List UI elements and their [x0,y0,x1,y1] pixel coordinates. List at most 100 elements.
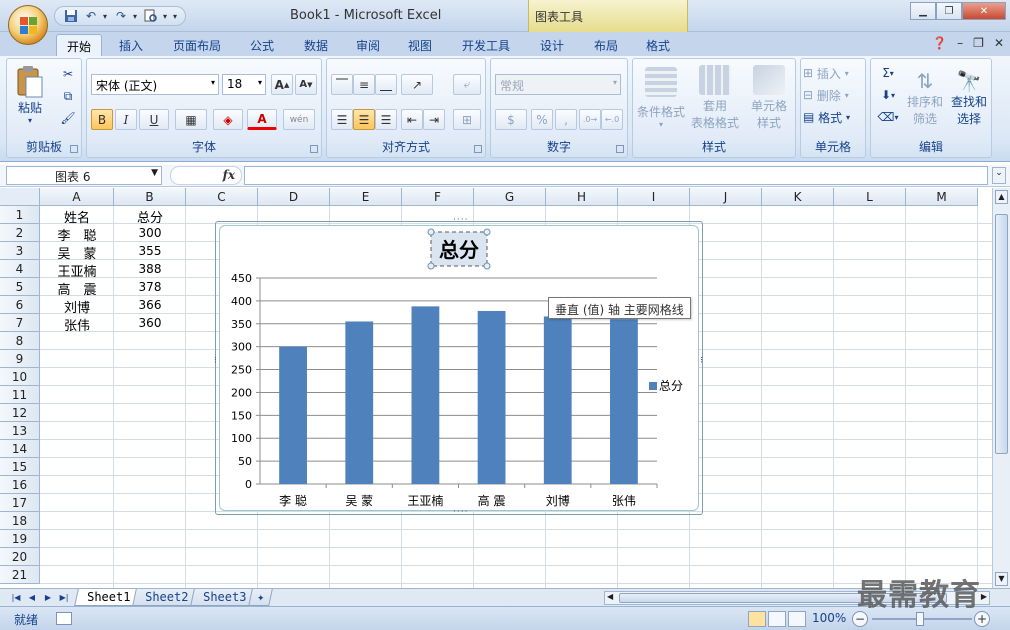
print-preview-icon[interactable] [143,8,159,24]
vertical-scroll-thumb[interactable] [995,214,1008,454]
number-launcher-icon[interactable] [616,145,624,153]
row-header-14[interactable]: 14 [0,440,40,458]
cut-icon[interactable]: ✂ [59,65,77,83]
row-header-16[interactable]: 16 [0,476,40,494]
copy-icon[interactable]: ⧉ [59,87,77,105]
ribbon-minimize-icon[interactable]: – [957,36,963,50]
row-header-21[interactable]: 21 [0,566,40,584]
font-size-box[interactable]: 18 ▾ [222,74,266,95]
formula-input[interactable] [244,166,988,185]
clear-icon[interactable]: ⌫ ▾ [875,108,901,126]
page-break-view-icon[interactable] [788,611,806,627]
align-center-icon[interactable]: ☰ [353,109,375,130]
align-right-icon[interactable]: ☰ [375,109,397,130]
row-header-5[interactable]: 5 [0,278,40,296]
italic-button[interactable]: I [115,109,137,130]
decrease-decimal-icon[interactable]: ←.0 [601,109,623,130]
row-header-13[interactable]: 13 [0,422,40,440]
cell-a2[interactable]: 李 聪 [40,224,114,244]
name-box-dropdown-icon[interactable]: ▼ [151,168,158,178]
cell-a3[interactable]: 吴 蒙 [40,242,114,262]
comma-style-icon[interactable]: , [555,109,577,130]
column-header-k[interactable]: K [762,188,834,206]
row-header-11[interactable]: 11 [0,386,40,404]
cell-b2[interactable]: 300 [114,224,186,242]
cell-a5[interactable]: 高 震 [40,278,114,298]
save-icon[interactable] [63,8,79,24]
conditional-format-button[interactable]: 条件格式 ▾ [635,63,687,133]
row-header-20[interactable]: 20 [0,548,40,566]
find-select-button[interactable]: 🔭 查找和 选择 [947,63,991,133]
alignment-launcher-icon[interactable] [474,145,482,153]
fill-icon[interactable]: ⬇ ▾ [875,86,901,104]
paste-button[interactable]: 粘贴 ▾ [13,63,47,127]
font-launcher-icon[interactable] [310,145,318,153]
row-header-3[interactable]: 3 [0,242,40,260]
column-header-c[interactable]: C [186,188,258,206]
redo-dropdown-icon[interactable]: ▾ [133,12,137,21]
row-header-7[interactable]: 7 [0,314,40,332]
align-bottom-icon[interactable]: ⎽ [375,74,397,95]
cell-a1[interactable]: 姓名 [40,206,114,226]
format-as-table-button[interactable]: 套用 表格格式 [689,63,741,133]
percent-style-icon[interactable]: % [531,109,553,130]
column-header-h[interactable]: H [546,188,618,206]
row-header-8[interactable]: 8 [0,332,40,350]
increase-indent-icon[interactable]: ⇥ [423,109,445,130]
insert-function-button[interactable]: fx [223,168,235,182]
insert-sheet-tab[interactable]: ✦ [248,589,274,606]
row-header-2[interactable]: 2 [0,224,40,242]
expand-formula-bar-icon[interactable]: ⌄ [992,167,1006,184]
scroll-left-icon[interactable]: ◀ [607,592,613,601]
first-sheet-icon[interactable]: |◀ [10,591,22,604]
sort-filter-button[interactable]: ⇅ 排序和 筛选 [903,63,947,133]
phonetic-guide-button[interactable]: wén [283,109,315,130]
cell-b1[interactable]: 总分 [114,206,186,226]
row-header-19[interactable]: 19 [0,530,40,548]
merge-center-icon[interactable]: ⊞ [453,109,481,130]
align-left-icon[interactable]: ☰ [331,109,353,130]
undo-icon[interactable]: ↶ [83,8,99,24]
scroll-down-icon[interactable]: ▼ [995,572,1008,586]
row-header-15[interactable]: 15 [0,458,40,476]
zoom-slider-knob[interactable] [916,612,924,626]
font-color-button[interactable]: A [247,109,277,130]
column-header-a[interactable]: A [40,188,114,206]
align-top-icon[interactable]: ⎺ [331,74,353,95]
number-format-box[interactable]: 常规 ▾ [495,74,621,95]
column-header-e[interactable]: E [330,188,402,206]
tab-home[interactable]: 开始 [56,34,102,56]
name-box[interactable]: 图表 6 ▼ [6,166,162,185]
grow-font-icon[interactable]: A ▲ [271,74,293,95]
customize-qat-icon[interactable]: ▾ [173,12,177,21]
cell-b4[interactable]: 388 [114,260,186,278]
macro-record-icon[interactable] [56,612,72,625]
close-button[interactable]: ✕ [962,2,1006,20]
page-layout-view-icon[interactable] [768,611,786,627]
cell-b7[interactable]: 360 [114,314,186,332]
row-header-10[interactable]: 10 [0,368,40,386]
cell-styles-button[interactable]: 单元格 样式 [743,63,795,133]
office-button[interactable] [8,5,48,45]
tab-chart-design[interactable]: 设计 [530,34,574,56]
font-name-box[interactable]: 宋体 (正文) ▾ [91,74,219,95]
align-middle-icon[interactable]: ≡ [353,74,375,95]
ribbon-close-icon[interactable]: ✕ [994,36,1004,50]
column-header-m[interactable]: M [906,188,978,206]
row-header-6[interactable]: 6 [0,296,40,314]
row-header-12[interactable]: 12 [0,404,40,422]
tab-formulas[interactable]: 公式 [240,34,284,56]
column-header-l[interactable]: L [834,188,906,206]
row-header-18[interactable]: 18 [0,512,40,530]
tab-view[interactable]: 视图 [398,34,442,56]
bold-button[interactable]: B [91,109,113,130]
help-icon[interactable]: ❓ [932,36,947,50]
tab-review[interactable]: 审阅 [346,34,390,56]
column-header-j[interactable]: J [690,188,762,206]
format-cells-button[interactable]: ▤ 格式 ▾ [803,108,863,126]
orientation-icon[interactable]: ↗ [401,74,433,95]
select-all-corner[interactable] [0,188,40,206]
minimize-button[interactable]: ▁ [910,2,936,20]
borders-icon[interactable]: ▦ [175,109,207,130]
last-sheet-icon[interactable]: ▶| [58,591,70,604]
